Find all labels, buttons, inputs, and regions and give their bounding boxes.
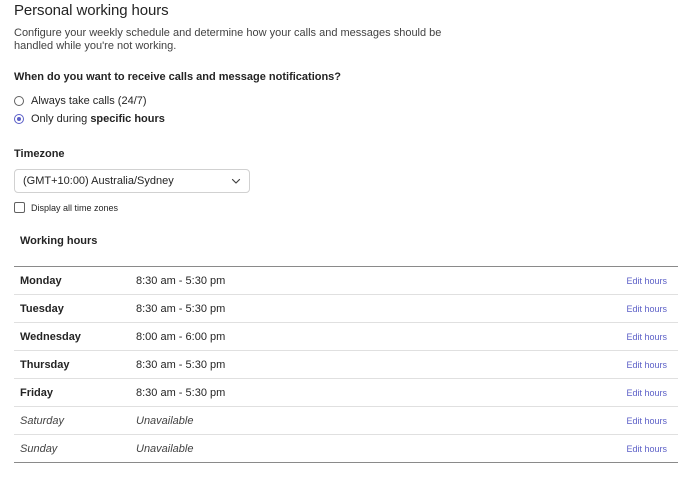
working-hours-table: Monday 8:30 am - 5:30 pm Edit hours Tues… — [14, 266, 678, 463]
edit-hours-link[interactable]: Edit hours — [626, 388, 667, 398]
edit-hours-link[interactable]: Edit hours — [626, 332, 667, 342]
page-description: Configure your weekly schedule and deter… — [14, 27, 442, 52]
day-hours: 8:30 am - 5:30 pm — [136, 359, 226, 371]
personal-working-hours-page: Personal working hours Configure your we… — [0, 0, 688, 485]
timezone-selected-value: (GMT+10:00) Australia/Sydney — [23, 175, 174, 187]
working-hours-row-thursday: Thursday 8:30 am - 5:30 pm Edit hours — [14, 351, 678, 379]
page-title: Personal working hours — [14, 2, 169, 19]
display-all-timezones-label: Display all time zones — [31, 202, 119, 213]
edit-hours-link[interactable]: Edit hours — [626, 304, 667, 314]
notifications-question: When do you want to receive calls and me… — [14, 71, 342, 83]
display-all-timezones-checkbox[interactable] — [14, 202, 25, 213]
working-hours-row-tuesday: Tuesday 8:30 am - 5:30 pm Edit hours — [14, 295, 678, 323]
radio-always-take-calls[interactable]: Always take calls (24/7) — [14, 95, 147, 107]
day-hours: 8:30 am - 5:30 pm — [136, 303, 226, 315]
timezone-label: Timezone — [14, 148, 65, 160]
working-hours-row-friday: Friday 8:30 am - 5:30 pm Edit hours — [14, 379, 678, 407]
radio-checked-icon[interactable] — [14, 114, 24, 124]
day-hours: 8:30 am - 5:30 pm — [136, 387, 226, 399]
chevron-down-icon — [231, 178, 241, 184]
radio-label-specific-bold: specific hours — [90, 113, 165, 125]
working-hours-row-monday: Monday 8:30 am - 5:30 pm Edit hours — [14, 267, 678, 295]
timezone-dropdown[interactable]: (GMT+10:00) Australia/Sydney — [14, 169, 250, 193]
edit-hours-link[interactable]: Edit hours — [626, 416, 667, 426]
day-name: Saturday — [20, 415, 65, 427]
day-name: Sunday — [20, 443, 58, 455]
radio-label-always: Always take calls (24/7) — [31, 95, 147, 107]
day-name: Friday — [20, 387, 54, 399]
radio-label-specific-prefix: Only during — [31, 113, 91, 125]
working-hours-row-wednesday: Wednesday 8:00 am - 6:00 pm Edit hours — [14, 323, 678, 351]
radio-label-specific: Only during specific hours — [31, 113, 165, 125]
day-hours: 8:00 am - 6:00 pm — [136, 331, 226, 343]
radio-unchecked-icon[interactable] — [14, 96, 24, 106]
day-name: Wednesday — [20, 331, 81, 343]
edit-hours-link[interactable]: Edit hours — [626, 360, 667, 370]
day-name: Tuesday — [20, 303, 64, 315]
radio-specific-hours[interactable]: Only during specific hours — [14, 113, 165, 125]
day-hours: Unavailable — [136, 415, 194, 427]
day-name: Monday — [20, 275, 62, 287]
working-hours-row-sunday: Sunday Unavailable Edit hours — [14, 435, 678, 463]
working-hours-row-saturday: Saturday Unavailable Edit hours — [14, 407, 678, 435]
day-hours: 8:30 am - 5:30 pm — [136, 275, 226, 287]
display-all-timezones-option[interactable]: Display all time zones — [14, 202, 118, 213]
working-hours-label: Working hours — [20, 235, 98, 247]
edit-hours-link[interactable]: Edit hours — [626, 444, 667, 454]
edit-hours-link[interactable]: Edit hours — [626, 276, 667, 286]
day-hours: Unavailable — [136, 443, 194, 455]
day-name: Thursday — [20, 359, 70, 371]
